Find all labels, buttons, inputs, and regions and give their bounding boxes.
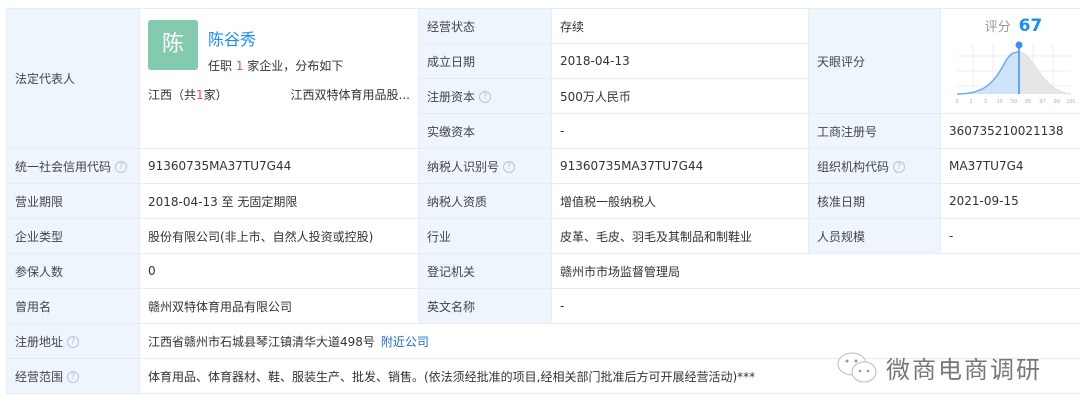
table-row: 曾用名 赣州双特体育用品有限公司 英文名称 - <box>6 288 1080 324</box>
axis-tick-label: 0 <box>955 99 958 105</box>
field-value: 2018-04-13 至 无固定期限 <box>139 183 419 219</box>
score-marker <box>1015 41 1022 48</box>
region-summary: 江西（共1家） <box>148 88 228 102</box>
label-paid-capital: 实缴资本 <box>418 113 552 149</box>
score-cell: 评分 67 0 1 3 15 50 85 97 99 100 <box>940 8 1080 114</box>
watermark: 微商电商调研 <box>836 350 1042 385</box>
field-value: 皮革、毛皮、羽毛及其制品和制鞋业 <box>551 218 809 254</box>
field-label: 曾用名 <box>6 288 140 324</box>
value-registered-capital: 500万人民币 <box>551 78 809 114</box>
legal-rep-label: 法定代表人 <box>6 8 140 149</box>
value-paid-capital: - <box>551 113 809 149</box>
table-row: 企业类型 股份有限公司(非上市、自然人投资或控股) 行业 皮革、毛皮、羽毛及其制品和制… <box>6 218 1080 254</box>
field-label: 英文名称 <box>418 288 552 324</box>
field-label: 纳税人资质 <box>418 183 552 219</box>
value-reg-no: 360735210021138 <box>940 113 1080 149</box>
field-label: 营业期限 <box>6 183 140 219</box>
label-established: 成立日期 <box>418 43 552 79</box>
field-label: 核准日期 <box>808 183 941 219</box>
legal-rep-cell: 陈 陈谷秀 任职 1 家企业，分布如下 江西（共1家） 江西双特体育用品股... <box>139 8 419 149</box>
help-icon[interactable]: ? <box>479 91 492 103</box>
score-distribution-chart: 0 1 3 15 50 85 97 99 100 <box>955 41 1075 105</box>
axis-tick-label: 15 <box>996 99 1002 105</box>
value-status: 存续 <box>551 8 809 44</box>
table-row: 营业期限 2018-04-13 至 无固定期限 纳税人资质 增值税一般纳税人 核准日期 2… <box>6 183 1080 219</box>
avatar: 陈 <box>148 20 198 70</box>
field-value: 2021-09-15 <box>940 183 1080 219</box>
help-icon[interactable]: ? <box>503 161 516 173</box>
field-label: 参保人数 <box>6 253 140 289</box>
label-scope: 经营范围? <box>6 358 140 394</box>
field-label: 行业 <box>418 218 552 254</box>
nearby-companies-link[interactable]: 附近公司 <box>381 335 429 349</box>
table-row: 参保人数 0 登记机关 赣州市市场监督管理局 <box>6 253 1080 289</box>
score-label: 天眼评分 <box>808 8 941 114</box>
label-address: 注册地址? <box>6 323 140 359</box>
wechat-icon <box>837 352 877 382</box>
axis-tick-label: 97 <box>1039 99 1045 105</box>
field-value: - <box>551 288 1080 324</box>
field-label: 企业类型 <box>6 218 140 254</box>
field-value: 赣州市市场监督管理局 <box>551 253 1080 289</box>
help-icon[interactable]: ? <box>67 371 80 383</box>
value-established: 2018-04-13 <box>551 43 809 79</box>
field-value: - <box>940 218 1080 254</box>
field-value: MA37TU7G4 <box>940 148 1080 184</box>
score-value: 67 <box>1018 15 1043 36</box>
field-label: 组织机构代码? <box>808 148 941 184</box>
label-status: 经营状态 <box>418 8 552 44</box>
axis-tick-label: 50 <box>1010 99 1016 105</box>
help-icon[interactable]: ? <box>115 161 128 173</box>
field-value: 91360735MA37TU7G44 <box>551 148 809 184</box>
field-value: 0 <box>139 253 419 289</box>
axis-tick-label: 100 <box>1066 99 1075 105</box>
help-icon[interactable]: ? <box>893 161 906 173</box>
related-company-link[interactable]: 江西双特体育用品股... <box>291 86 410 103</box>
table-row: 统一社会信用代码? 91360735MA37TU7G44 纳税人识别号? 913607… <box>6 148 1080 184</box>
field-label: 统一社会信用代码? <box>6 148 140 184</box>
label-reg-no: 工商注册号 <box>808 113 941 149</box>
axis-tick-label: 1 <box>969 99 972 105</box>
field-label: 人员规模 <box>808 218 941 254</box>
axis-tick-label: 99 <box>1053 99 1059 105</box>
score-title: 评分 <box>984 19 1011 35</box>
field-label: 纳税人识别号? <box>418 148 552 184</box>
field-value: 91360735MA37TU7G44 <box>139 148 419 184</box>
field-value: 增值税一般纳税人 <box>551 183 809 219</box>
axis-tick-label: 3 <box>983 99 986 105</box>
label-registered-capital: 注册资本? <box>418 78 552 114</box>
field-value: 赣州双特体育用品有限公司 <box>139 288 419 324</box>
axis-tick-label: 85 <box>1025 99 1031 105</box>
field-value: 股份有限公司(非上市、自然人投资或控股) <box>139 218 419 254</box>
company-info-table: 法定代表人 陈 陈谷秀 任职 1 家企业，分布如下 江西（共1家） 江西双特体育… <box>6 8 1080 394</box>
help-icon[interactable]: ? <box>67 336 80 348</box>
field-label: 登记机关 <box>418 253 552 289</box>
